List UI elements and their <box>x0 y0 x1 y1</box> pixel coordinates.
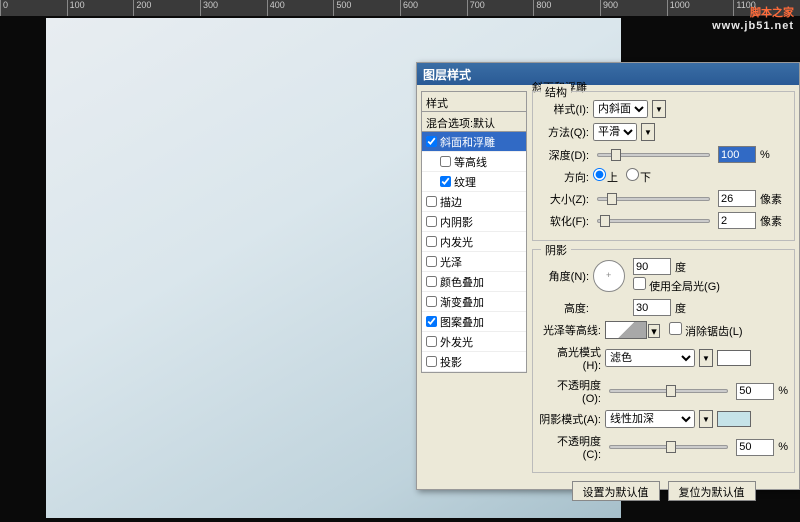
style-item-gradient-overlay[interactable]: 渐变叠加 <box>422 292 526 312</box>
altitude-input[interactable] <box>633 299 671 316</box>
gloss-contour-picker[interactable]: ▾ <box>605 321 647 339</box>
shadow-color-swatch[interactable] <box>717 411 751 427</box>
chevron-down-icon[interactable]: ▼ <box>699 349 713 367</box>
style-item-stroke[interactable]: 描边 <box>422 192 526 212</box>
size-slider[interactable] <box>597 197 710 201</box>
style-list: 样式 混合选项:默认 斜面和浮雕 等高线 纹理 描边 内阴影 内发光 光泽 颜色… <box>421 91 527 373</box>
size-input[interactable] <box>718 190 756 207</box>
highlight-opacity-input[interactable] <box>736 383 774 400</box>
dir-up-radio[interactable] <box>593 168 606 181</box>
chevron-down-icon[interactable]: ▼ <box>641 123 655 141</box>
highlight-color-swatch[interactable] <box>717 350 751 366</box>
highlight-opacity-slider[interactable] <box>609 389 728 393</box>
style-item-inner-shadow[interactable]: 内阴影 <box>422 212 526 232</box>
ruler-horizontal: 010020030040050060070080090010001100 <box>0 0 800 16</box>
shadow-opacity-input[interactable] <box>736 439 774 456</box>
structure-group: 结构 样式(I):内斜面▼ 方法(Q):平滑▼ 深度(D):% 方向:上下 大小… <box>532 91 795 241</box>
style-item-inner-glow[interactable]: 内发光 <box>422 232 526 252</box>
shadow-mode-select[interactable]: 线性加深 <box>605 410 695 428</box>
soften-input[interactable] <box>718 212 756 229</box>
depth-slider[interactable] <box>597 153 710 157</box>
highlight-mode-select[interactable]: 滤色 <box>605 349 695 367</box>
shadow-opacity-slider[interactable] <box>609 445 728 449</box>
angle-input[interactable] <box>633 258 671 275</box>
method-select[interactable]: 平滑 <box>593 123 637 141</box>
blend-options[interactable]: 混合选项:默认 <box>422 112 526 132</box>
dir-down-radio[interactable] <box>626 168 639 181</box>
watermark: 脚本之家 www.jb51.net <box>712 4 794 32</box>
shadow-group: 阴影 角度(N): 度 使用全局光(G) 高度:度 光泽等高线:▾ 消除锯齿(L… <box>532 249 795 473</box>
depth-input[interactable] <box>718 146 756 163</box>
layer-style-dialog: 图层样式 样式 混合选项:默认 斜面和浮雕 等高线 纹理 描边 内阴影 内发光 … <box>416 62 800 490</box>
soften-slider[interactable] <box>597 219 710 223</box>
dialog-title[interactable]: 图层样式 <box>417 63 799 85</box>
chevron-down-icon[interactable]: ▼ <box>699 410 713 428</box>
style-list-header[interactable]: 样式 <box>422 92 526 112</box>
style-item-bevel[interactable]: 斜面和浮雕 <box>422 132 526 152</box>
chevron-down-icon[interactable]: ▼ <box>652 100 666 118</box>
antialias-checkbox[interactable] <box>669 322 682 335</box>
style-item-contour[interactable]: 等高线 <box>422 152 526 172</box>
style-item-drop-shadow[interactable]: 投影 <box>422 352 526 372</box>
style-item-satin[interactable]: 光泽 <box>422 252 526 272</box>
style-item-color-overlay[interactable]: 颜色叠加 <box>422 272 526 292</box>
reset-default-button[interactable]: 复位为默认值 <box>668 481 756 501</box>
style-select[interactable]: 内斜面 <box>593 100 648 118</box>
chevron-down-icon[interactable]: ▾ <box>648 324 660 338</box>
style-item-texture[interactable]: 纹理 <box>422 172 526 192</box>
angle-dial[interactable] <box>593 260 625 292</box>
set-default-button[interactable]: 设置为默认值 <box>572 481 660 501</box>
style-item-outer-glow[interactable]: 外发光 <box>422 332 526 352</box>
global-light-checkbox[interactable] <box>633 277 646 290</box>
style-item-pattern-overlay[interactable]: 图案叠加 <box>422 312 526 332</box>
